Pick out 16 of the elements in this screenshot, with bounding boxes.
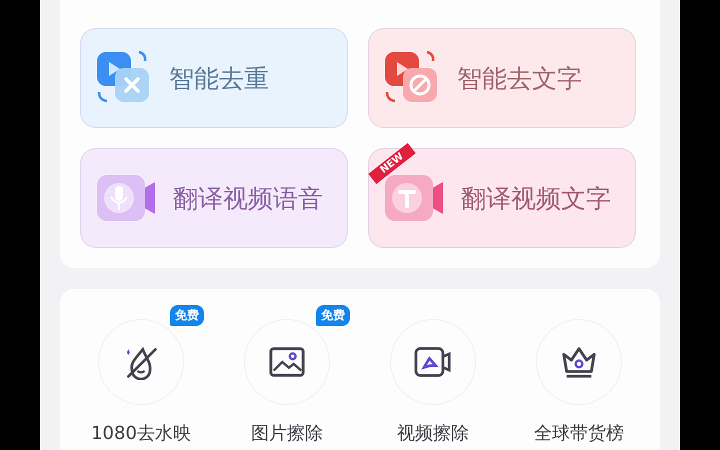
free-badge: 免费 [170,305,204,326]
feature-label: 翻译视频文字 [461,182,611,214]
tool-button[interactable] [390,319,476,405]
tool-label: 全球带货榜 [534,422,624,445]
feature-label: 智能去重 [169,62,269,94]
tool-label: 视频擦除 [397,422,469,445]
free-badge: 免费 [316,305,350,326]
feature-tile[interactable]: 智能去重 [80,28,348,128]
video-camera-icon [413,344,453,380]
feature-label: 智能去文字 [457,62,582,94]
tool-label: 图片擦除 [251,422,323,445]
tool-button[interactable] [536,319,622,405]
feature-tile[interactable]: 翻译视频语音 [80,148,348,248]
feature-label: 翻译视频语音 [173,182,323,214]
tool-label: 1080去水映 [91,422,191,445]
feature-tile[interactable]: 智能去文字 [368,28,636,128]
